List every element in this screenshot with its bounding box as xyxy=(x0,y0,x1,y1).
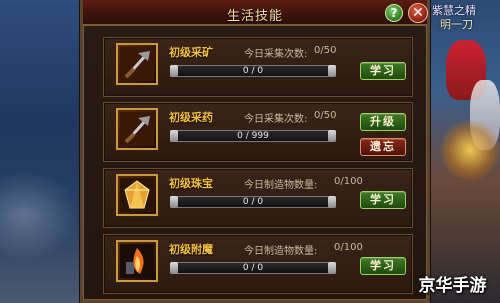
pickaxe-icon[interactable] xyxy=(116,43,158,85)
progress-text: 0 / 0 xyxy=(242,66,264,76)
daily-count-label: 今日采集次数: xyxy=(244,49,308,60)
daily-count-label: 今日制造物数量: xyxy=(244,246,318,257)
magic-glow xyxy=(440,120,500,180)
skill-name: 初级附魔 xyxy=(169,243,213,256)
daily-count-label: 今日采集次数: xyxy=(244,114,308,125)
daily-count-value: 0/100 xyxy=(334,176,363,187)
skill-row-jewelry: 初级珠宝 今日制造物数量: 0/100 0 / 0 学习 xyxy=(103,168,413,228)
skill-name: 初级采矿 xyxy=(169,46,213,59)
skill-row-mining: 初级采矿 今日采集次数: 0/50 0 / 0 学习 xyxy=(103,37,413,97)
progress-text: 0 / 0 xyxy=(242,197,264,207)
skill-row-herbalism: 初级采药 今日采集次数: 0/50 0 / 999 升级 遗忘 xyxy=(103,102,413,162)
help-button[interactable]: ? xyxy=(385,4,403,22)
skill-name: 初级珠宝 xyxy=(169,177,213,190)
skill-progress-bar: 0 / 0 xyxy=(170,262,336,274)
daily-count-value: 0/100 xyxy=(334,242,363,253)
herb-sickle-icon[interactable] xyxy=(116,108,158,150)
learn-button[interactable]: 学习 xyxy=(360,62,406,80)
window-titlebar[interactable]: 生活技能 ? ✕ xyxy=(83,0,428,26)
enchant-flame-icon[interactable] xyxy=(116,240,158,282)
skill-name: 初级采药 xyxy=(169,111,213,124)
skill-progress-bar: 0 / 999 xyxy=(170,130,336,142)
learn-button[interactable]: 学习 xyxy=(360,257,406,275)
gem-icon[interactable] xyxy=(116,174,158,216)
daily-count-value: 0/50 xyxy=(314,110,337,121)
skill-row-enchanting: 初级附魔 今日制造物数量: 0/100 0 / 0 学习 xyxy=(103,234,413,294)
daily-count-value: 0/50 xyxy=(314,45,337,56)
upgrade-button[interactable]: 升级 xyxy=(360,113,406,131)
progress-text: 0 / 999 xyxy=(237,131,269,141)
window-title: 生活技能 xyxy=(226,9,283,24)
learn-button[interactable]: 学习 xyxy=(360,191,406,209)
scene-left-sky xyxy=(0,0,80,303)
progress-text: 0 / 0 xyxy=(242,263,264,273)
skill-progress-bar: 0 / 0 xyxy=(170,196,336,208)
site-watermark: 京华手游 xyxy=(418,276,487,296)
daily-count-label: 今日制造物数量: xyxy=(244,180,318,191)
life-skills-window: 生活技能 ? ✕ 初级采矿 今日采集次数: 0/50 0 / 0 学习 初级采药… xyxy=(80,0,430,303)
skill-progress-bar: 0 / 0 xyxy=(170,65,336,77)
forget-button[interactable]: 遗忘 xyxy=(360,138,406,156)
npc-name: 明一刀 xyxy=(440,18,473,31)
close-button[interactable]: ✕ xyxy=(408,3,428,23)
